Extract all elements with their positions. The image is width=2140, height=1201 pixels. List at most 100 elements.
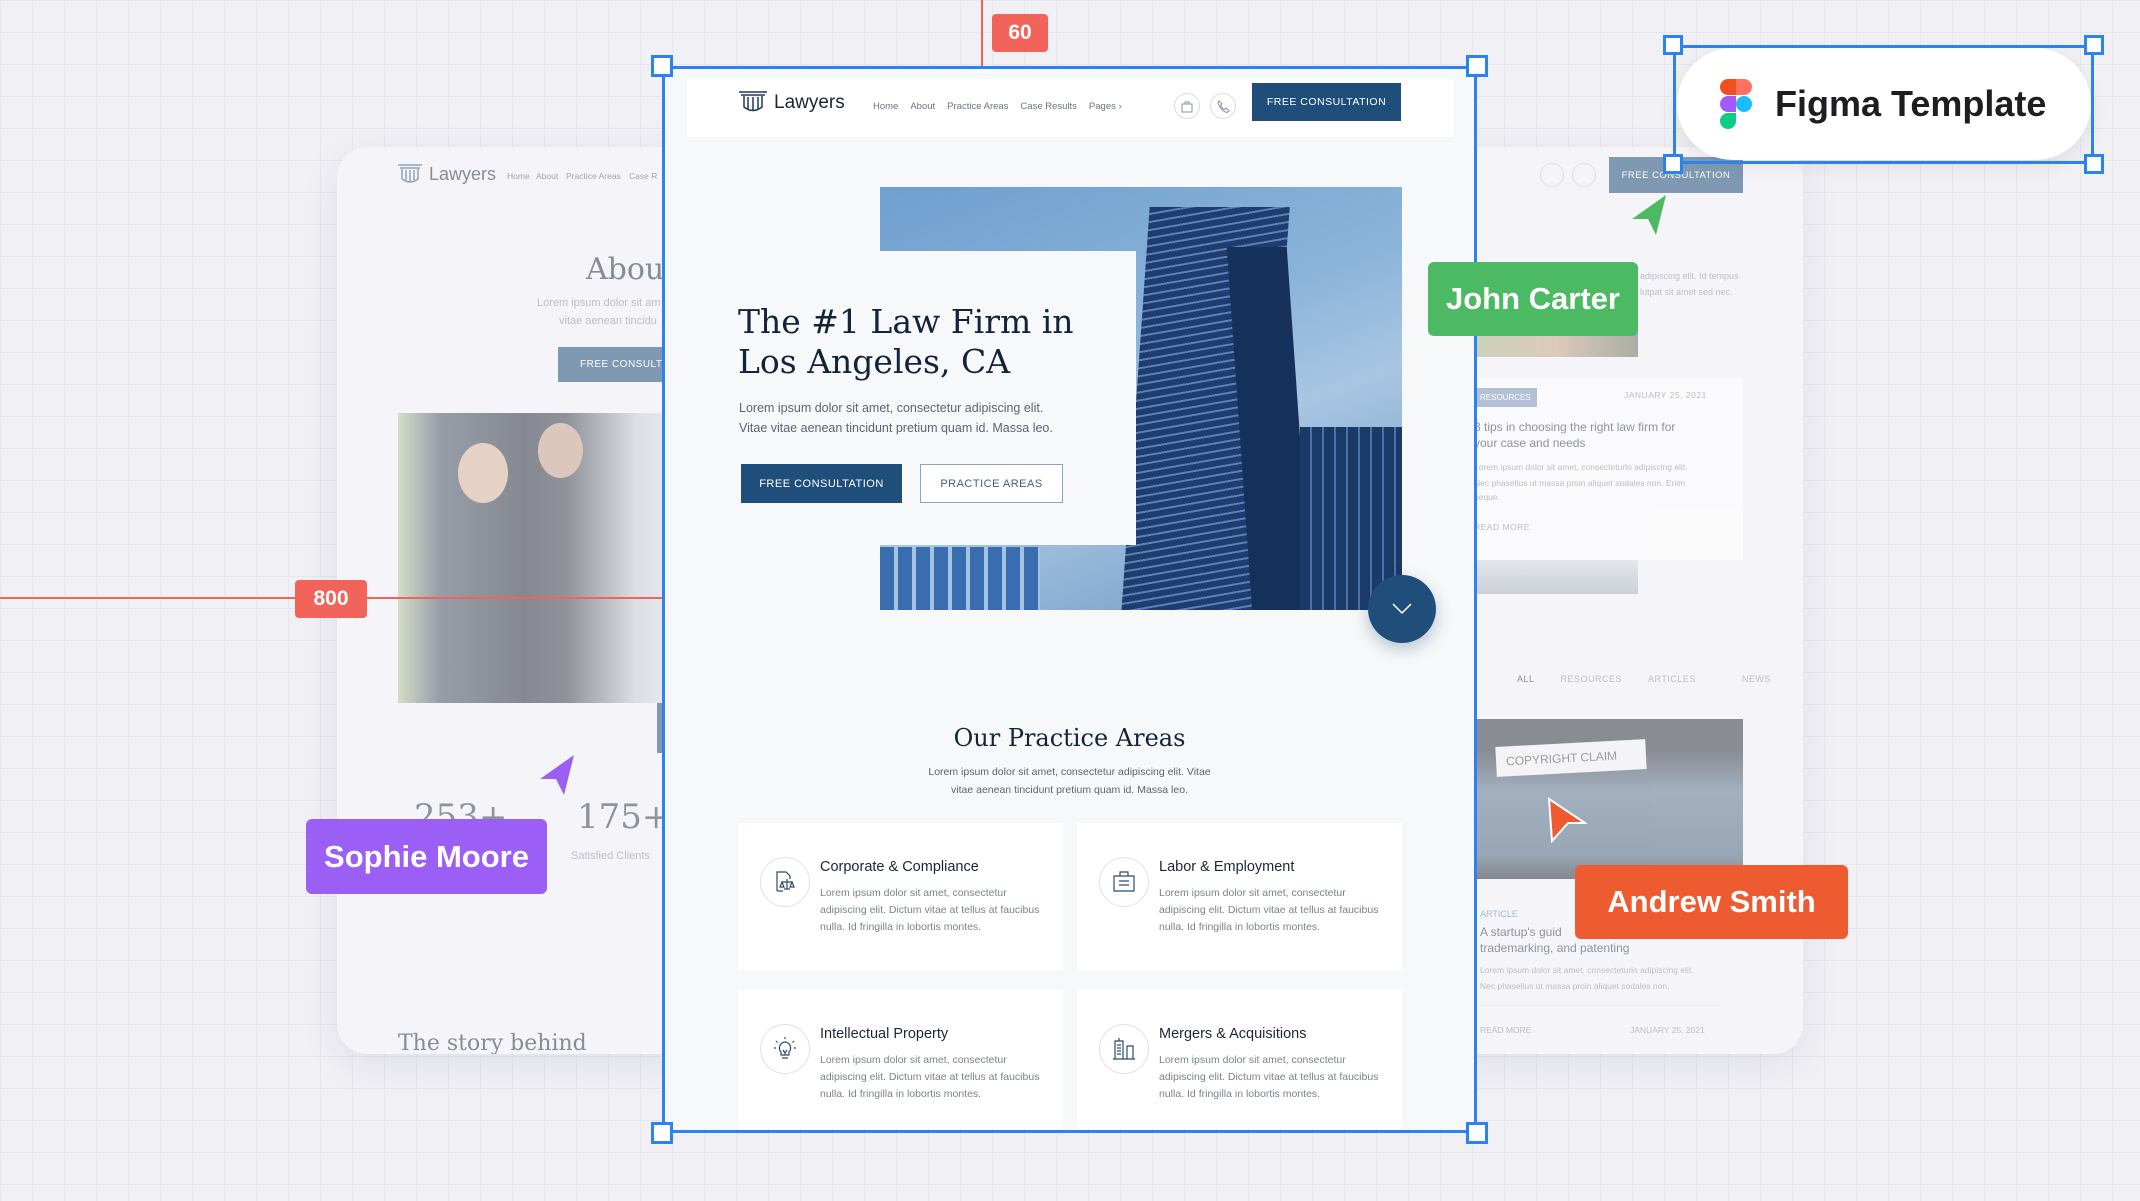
story-heading: The story behind bbox=[398, 1031, 587, 1054]
post-title[interactable]: A startup's guid bbox=[1480, 925, 1562, 939]
read-more-link[interactable]: READ MORE bbox=[1474, 522, 1530, 532]
cursor-orange-icon bbox=[1547, 797, 1587, 843]
card-text: Lorem ipsum dolor sit amet, consectetur … bbox=[820, 1054, 1040, 1100]
guide-badge-top: 60 bbox=[992, 14, 1048, 52]
practice-text-line: Lorem ipsum dolor sit amet, consectetur … bbox=[928, 766, 1211, 778]
nav-about[interactable]: About bbox=[910, 101, 935, 112]
badge-handle[interactable] bbox=[1663, 35, 1683, 55]
hero-title-line: The #1 Law Firm in bbox=[738, 302, 1074, 341]
tab-articles[interactable]: ARTICLES bbox=[1648, 674, 1696, 684]
card-text: Lorem ipsum dolor sit amet, consectetur … bbox=[1159, 887, 1379, 933]
badge-handle[interactable] bbox=[2084, 154, 2104, 174]
lightbulb-icon bbox=[774, 1037, 796, 1059]
badge-selection-outline bbox=[1673, 45, 2094, 164]
briefcase-icon bbox=[1113, 871, 1135, 892]
card-text: Lorem ipsum dolor sit amet, consectetur … bbox=[820, 887, 1040, 933]
practice-text-line: vitae aenean tincidunt pretium quam id. … bbox=[951, 784, 1188, 796]
left-nav-case[interactable]: Case R bbox=[629, 171, 657, 181]
selected-frame[interactable]: Lawyers Home About Practice Areas Case Resu… bbox=[662, 66, 1477, 1133]
team-photo bbox=[398, 413, 678, 703]
collaborator-label-john: John Carter bbox=[1428, 262, 1638, 336]
call-button[interactable] bbox=[1210, 93, 1236, 119]
collaborator-label-andrew: Andrew Smith bbox=[1575, 865, 1848, 939]
post-date: JANUARY 25, 2021 bbox=[1630, 1025, 1705, 1035]
post-text: neque. bbox=[1474, 492, 1500, 502]
nav-pages[interactable]: Pages › bbox=[1089, 101, 1122, 112]
card-text: Lorem ipsum dolor sit amet, consectetur … bbox=[1159, 1054, 1379, 1100]
left-text: vitae aenean tincidu bbox=[559, 315, 657, 327]
left-consult-button[interactable]: FREE CONSULTAT bbox=[558, 347, 678, 382]
nav-case-results[interactable]: Case Results bbox=[1020, 101, 1077, 112]
practice-card[interactable]: Mergers & Acquisitions Lorem ipsum dolor… bbox=[1077, 990, 1402, 1133]
logo[interactable]: Lawyers bbox=[738, 90, 845, 116]
stat-clients: 175+ bbox=[577, 797, 671, 837]
typewriter-image: COPYRIGHT CLAIM bbox=[1474, 719, 1743, 879]
tab-resources[interactable]: RESOURCES bbox=[1561, 674, 1623, 684]
hero-text-line: Lorem ipsum dolor sit amet, consectetur … bbox=[739, 401, 1044, 415]
phone-icon[interactable] bbox=[1572, 163, 1596, 187]
right-text: adipiscing elit. Id tempus bbox=[1640, 271, 1739, 281]
tab-all[interactable]: ALL bbox=[1517, 674, 1535, 684]
post-title[interactable]: 3 tips in choosing the right law firm fo… bbox=[1474, 420, 1675, 434]
post-text: Nec phasellus ut massa proin aliquet sod… bbox=[1480, 981, 1670, 991]
chevron-down-icon bbox=[1392, 603, 1412, 615]
resize-handle-bl[interactable] bbox=[651, 1122, 673, 1144]
notebook-image bbox=[1474, 560, 1638, 594]
main-nav: Home About Practice Areas Case Results Pages… bbox=[873, 101, 1134, 112]
nav-home[interactable]: Home bbox=[873, 101, 898, 112]
resize-handle-tr[interactable] bbox=[1466, 55, 1488, 77]
nav-practice-areas[interactable]: Practice Areas bbox=[947, 101, 1008, 112]
resize-handle-tl[interactable] bbox=[651, 55, 673, 77]
practice-areas-button[interactable]: PRACTICE AREAS bbox=[920, 464, 1063, 503]
header-consultation-button[interactable]: FREE CONSULTATION bbox=[1252, 83, 1401, 121]
badge-handle[interactable] bbox=[1663, 154, 1683, 174]
cursor-purple-icon bbox=[540, 755, 574, 795]
practice-text: Lorem ipsum dolor sit amet, consectetur … bbox=[662, 763, 1477, 799]
card-title: Mergers & Acquisitions bbox=[1159, 1026, 1307, 1042]
buildings-icon bbox=[1113, 1038, 1135, 1060]
image-caption: COPYRIGHT CLAIM bbox=[1495, 739, 1647, 777]
post-text: Nec phasellus ut massa proin aliquet sod… bbox=[1474, 478, 1686, 488]
tab-news[interactable]: NEWS bbox=[1742, 674, 1771, 684]
stat-clients-label: Satisfied Clients bbox=[571, 850, 650, 862]
hero-title-line: Los Angeles, CA bbox=[738, 342, 1011, 381]
logo-text: Lawyers bbox=[429, 163, 497, 184]
left-nav-practice[interactable]: Practice Areas bbox=[566, 171, 621, 181]
card-title: Labor & Employment bbox=[1159, 859, 1295, 875]
card-title: Corporate & Compliance bbox=[820, 859, 979, 875]
blog-tabs: ALL RESOURCES ARTICLES NEWS bbox=[1517, 674, 1771, 684]
scroll-down-button[interactable] bbox=[1368, 575, 1436, 643]
cart-icon[interactable] bbox=[1540, 163, 1564, 187]
cart-button[interactable] bbox=[1174, 93, 1200, 119]
practice-card[interactable]: Intellectual Property Lorem ipsum dolor … bbox=[738, 990, 1063, 1133]
practice-card[interactable]: Corporate & Compliance Lorem ipsum dolor… bbox=[738, 823, 1063, 970]
vertical-guide bbox=[981, 0, 983, 66]
left-nav-home[interactable]: Home bbox=[507, 171, 530, 181]
post-card: RESOURCES JANUARY 25, 2021 3 tips in cho… bbox=[1474, 378, 1743, 560]
hero-text-line: Vitae vitae aenean tincidunt pretium qua… bbox=[739, 421, 1053, 435]
shopping-bag-icon bbox=[1181, 101, 1193, 112]
badge-handle[interactable] bbox=[2084, 35, 2104, 55]
hero-title: The #1 Law Firm in Los Angeles, CA bbox=[738, 302, 1074, 382]
read-more-link[interactable]: READ MORE bbox=[1480, 1025, 1531, 1035]
left-nav-about[interactable]: About bbox=[536, 171, 558, 181]
card-title: Intellectual Property bbox=[820, 1026, 949, 1042]
guide-badge-left: 800 bbox=[295, 580, 367, 618]
hero-consultation-button[interactable]: FREE CONSULTATION bbox=[741, 464, 902, 503]
resize-handle-br[interactable] bbox=[1466, 1122, 1488, 1144]
post-title[interactable]: trademarking, and patenting bbox=[1480, 941, 1629, 955]
category-badge: RESOURCES bbox=[1474, 388, 1537, 407]
left-text: Lorem ipsum dolor sit am bbox=[537, 297, 661, 309]
left-logo: Lawyers bbox=[397, 163, 496, 185]
collaborator-label-sophie: Sophie Moore bbox=[306, 819, 547, 894]
practice-card[interactable]: Labor & Employment Lorem ipsum dolor sit… bbox=[1077, 823, 1402, 970]
phone-icon bbox=[1216, 99, 1230, 113]
site-header: Lawyers Home About Practice Areas Case Resu… bbox=[687, 79, 1454, 137]
post-title[interactable]: your case and needs bbox=[1474, 436, 1585, 450]
pillar-logo-icon bbox=[398, 164, 422, 183]
logo-text: Lawyers bbox=[774, 92, 845, 113]
pillar-logo-icon bbox=[739, 91, 767, 112]
post-category: ARTICLE bbox=[1480, 909, 1518, 919]
document-scales-icon bbox=[776, 871, 795, 892]
cursor-green-icon bbox=[1632, 195, 1666, 235]
